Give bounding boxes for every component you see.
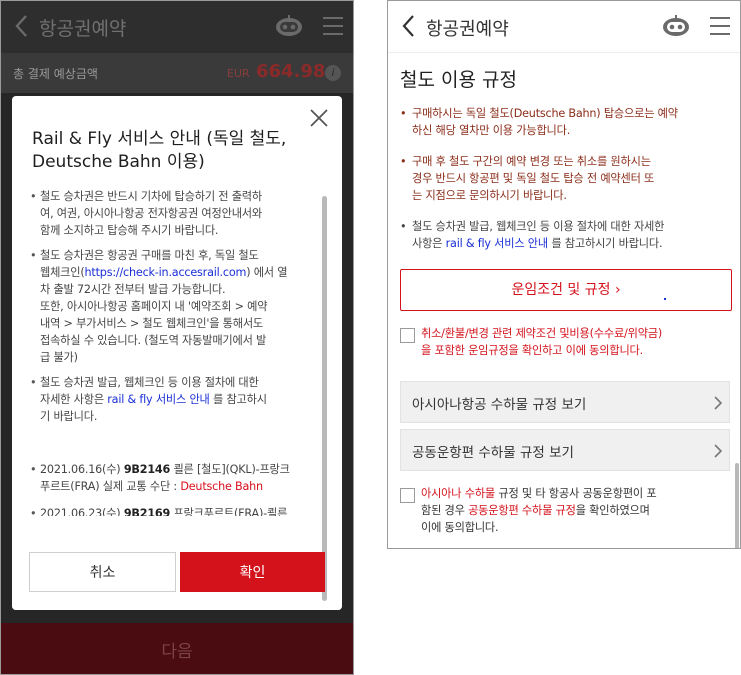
next-button[interactable]: 다음 bbox=[1, 623, 353, 674]
chatbot-robot-icon[interactable] bbox=[274, 14, 304, 38]
page-scrollbar[interactable] bbox=[735, 463, 739, 548]
button-label: 아시아나항공 수하물 규정 보기 bbox=[412, 397, 587, 413]
left-phone-screen: 항공권예약 총 결제 예상금액 EUR 664.98 i 다음 Rail & F… bbox=[0, 0, 354, 675]
rule-item: 구매 후 철도 구간의 예약 변경 또는 취소를 원하시는 경우 반드시 항공편… bbox=[400, 153, 733, 204]
next-button-label: 다음 bbox=[161, 642, 193, 662]
rule-item: 철도 승차권 발급, 웹체크인 등 이용 절차에 대한 자세한 사항은 rail… bbox=[400, 218, 733, 252]
section-title: 철도 이용 규정 bbox=[400, 69, 517, 91]
fare-agree-checkbox[interactable] bbox=[400, 328, 415, 343]
flight-segment-1: 2021.06.16(수) 9B2146 쾰른 [철도](QKL)-프랑크 푸르… bbox=[30, 461, 322, 495]
carrier-name: Deutsche Bahn bbox=[180, 480, 263, 493]
button-label: 공동운항편 수하물 규정 보기 bbox=[412, 445, 574, 461]
back-chevron-icon[interactable] bbox=[398, 12, 420, 40]
fare-rules-button[interactable]: 운임조건 및 규정 › bbox=[400, 269, 732, 311]
app-header: 항공권예약 bbox=[388, 1, 740, 53]
chevron-right-icon bbox=[714, 396, 723, 410]
page-title: 항공권예약 bbox=[39, 18, 127, 40]
total-price-bar: 총 결제 예상금액 EUR 664.98 i bbox=[1, 53, 353, 93]
total-price-label: 총 결제 예상금액 bbox=[13, 67, 98, 81]
asiana-baggage-rules-button[interactable]: 아시아나항공 수하물 규정 보기 bbox=[400, 381, 730, 423]
chatbot-robot-icon[interactable] bbox=[661, 14, 691, 38]
info-item-guide: 철도 승차권 발급, 웹체크인 등 이용 절차에 대한 자세한 사항은 rail… bbox=[30, 374, 322, 425]
confirm-button[interactable]: 확인 bbox=[180, 552, 325, 592]
back-chevron-icon[interactable] bbox=[11, 12, 33, 40]
flight-number: 9B2146 bbox=[123, 463, 171, 476]
hamburger-menu-icon[interactable] bbox=[709, 15, 731, 37]
fare-agree-text: 취소/환불/변경 관련 제약조건 및비용(수수료/위약금) 을 포함한 운임규정… bbox=[421, 327, 663, 357]
modal-scrollbar[interactable] bbox=[322, 196, 327, 601]
total-price-amount: 664.98 bbox=[256, 61, 326, 82]
cancel-button[interactable]: 취소 bbox=[29, 552, 176, 592]
info-item-print-ticket: 철도 승차권은 반드시 기차에 탑승하기 전 출력하 여, 여권, 아시아나항공… bbox=[30, 188, 322, 239]
chevron-right-icon bbox=[714, 444, 723, 458]
rail-fly-guide-link[interactable]: rail & fly 서비스 안내 bbox=[107, 393, 210, 406]
currency-code: EUR bbox=[227, 67, 250, 80]
close-icon[interactable] bbox=[308, 107, 330, 129]
hamburger-menu-icon[interactable] bbox=[322, 15, 344, 37]
rail-fly-guide-link[interactable]: rail & fly 서비스 안내 bbox=[446, 237, 549, 250]
rail-fly-info-modal: Rail & Fly 서비스 안내 (독일 철도, Deutsche Bahn … bbox=[12, 96, 342, 610]
page-title: 항공권예약 bbox=[426, 19, 509, 40]
rail-rules-list: 구매하시는 독일 철도(Deutsche Bahn) 탑승으로는 예약 하신 해… bbox=[400, 105, 733, 252]
modal-title: Rail & Fly 서비스 안내 (독일 철도, Deutsche Bahn … bbox=[32, 129, 287, 172]
baggage-agree-checkbox[interactable] bbox=[400, 488, 415, 503]
info-icon[interactable]: i bbox=[325, 65, 341, 81]
baggage-agree-text: 아시아나 수하물 규정 및 타 항공사 공동운항편이 포 함된 경우 공동운항편… bbox=[421, 487, 657, 534]
focus-dot bbox=[664, 298, 666, 300]
app-header: 항공권예약 bbox=[1, 1, 353, 53]
info-item-web-checkin: 철도 승차권은 항공권 구매를 마친 후, 독일 철도 웹체크인(https:/… bbox=[30, 247, 322, 366]
codeshare-baggage-rules-button[interactable]: 공동운항편 수하물 규정 보기 bbox=[400, 429, 730, 471]
checkin-url-link[interactable]: https://check-in.accesrail.com bbox=[85, 266, 247, 279]
right-phone-screen: 항공권예약 철도 이용 규정 구매하시는 독일 철도(Deutsche Bahn… bbox=[387, 0, 741, 549]
rule-item: 구매하시는 독일 철도(Deutsche Bahn) 탑승으로는 예약 하신 해… bbox=[400, 105, 733, 139]
